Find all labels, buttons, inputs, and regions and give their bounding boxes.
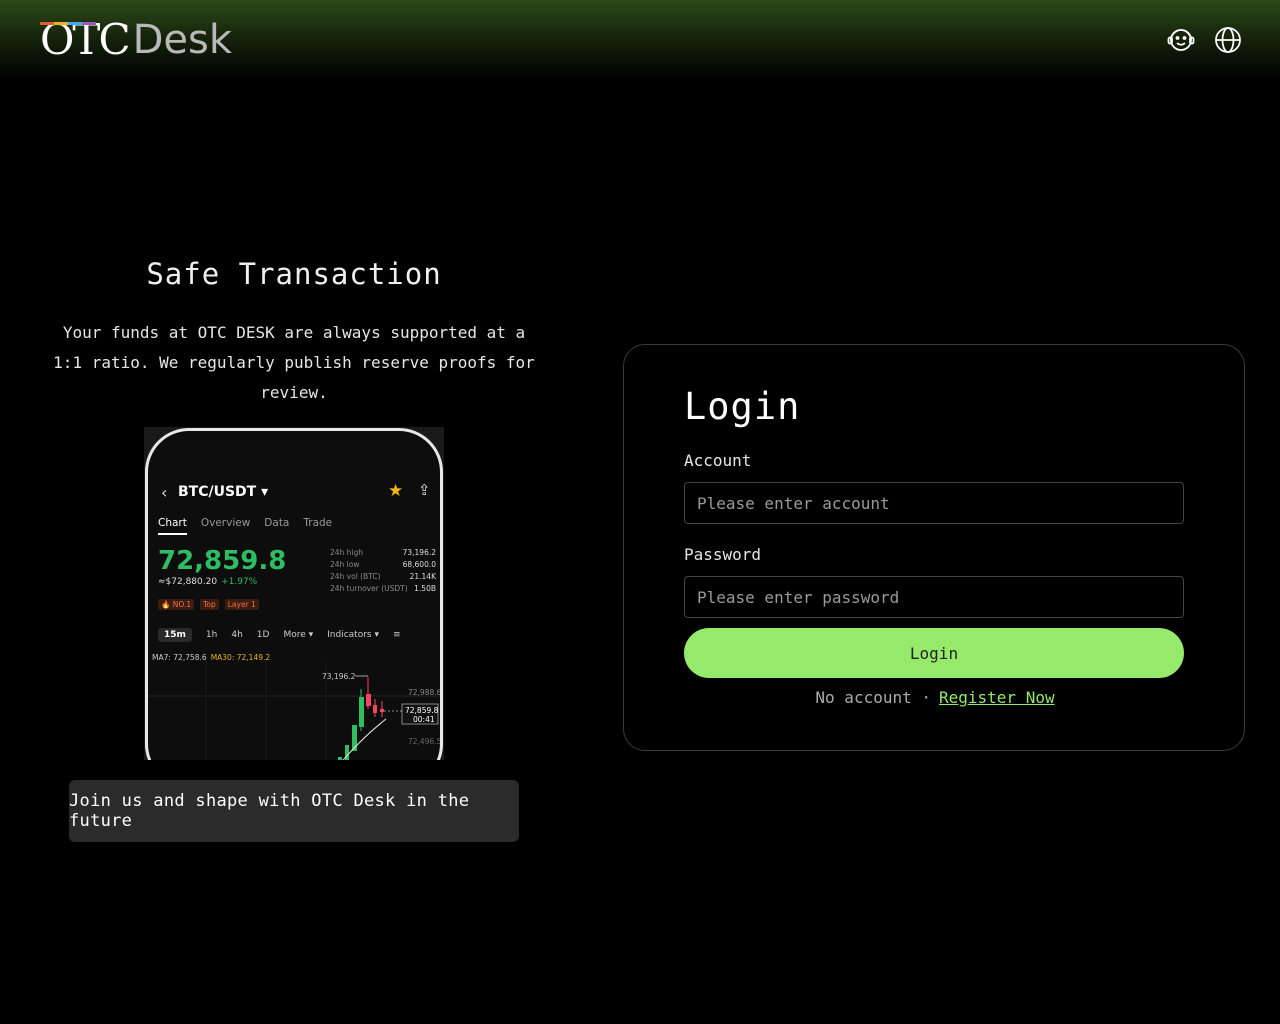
- phone-approx: ≈$72,880.20: [158, 577, 218, 587]
- chart-high-label: 73,196.2: [322, 672, 356, 681]
- promo-title: Safe Transaction: [146, 257, 442, 291]
- phone-mockup-image: ‹ BTC/USDT ▾ ★ ⇪ Chart Overview Data Tra…: [144, 427, 444, 760]
- axis-label: 72,496.5: [408, 737, 442, 746]
- top-header: OTC Desk: [0, 0, 1280, 80]
- phone-stats-labels: 24h high 24h low 24h vol (BTC) 24h turno…: [330, 547, 408, 595]
- no-account-text: No account ·: [815, 688, 931, 707]
- stat-value: 21.14K: [409, 572, 436, 581]
- timeframe: ≡: [392, 630, 401, 640]
- timeframe: Indicators ▾: [327, 630, 379, 640]
- join-us-banner[interactable]: Join us and shape with OTC Desk in the f…: [69, 780, 519, 842]
- logo-desk-text: Desk: [132, 17, 233, 63]
- phone-pair: BTC/USDT ▾: [178, 484, 269, 500]
- account-input[interactable]: [684, 482, 1184, 524]
- phone-tags: 🔥 NO.1 Top Layer 1: [158, 599, 259, 610]
- phone-tab: Trade: [303, 517, 333, 529]
- logo-otc-text: OTC: [40, 15, 131, 64]
- phone-change: +1.97%: [221, 577, 258, 587]
- back-arrow-icon: ‹: [161, 483, 168, 502]
- login-card: Login Account Password Login No account …: [623, 344, 1245, 751]
- phone-timeframes: 15m 1h 4h 1D More ▾ Indicators ▾ ≡: [158, 628, 401, 642]
- stat-value: 68,600.0: [402, 560, 436, 569]
- globe-icon[interactable]: [1212, 24, 1244, 56]
- promo-description: Your funds at OTC DESK are always suppor…: [53, 323, 535, 402]
- phone-frame: ‹ BTC/USDT ▾ ★ ⇪ Chart Overview Data Tra…: [145, 428, 443, 760]
- phone-tag: 🔥 NO.1: [158, 599, 195, 610]
- stat-value: 1.50B: [414, 584, 436, 593]
- phone-stats-values: 73,196.2 68,600.0 21.14K 1.50B: [398, 547, 436, 595]
- phone-tab: Chart: [158, 517, 187, 535]
- phone-tab: Overview: [200, 517, 251, 529]
- axis-label: 72,988.6: [408, 688, 442, 697]
- phone-tab: Data: [264, 517, 290, 529]
- phone-subprice: ≈$72,880.20 +1.97%: [158, 577, 257, 587]
- stat-label: 24h vol (BTC): [330, 572, 381, 581]
- current-price-box: 72,859.8: [405, 706, 439, 715]
- candles: [338, 677, 387, 760]
- stat-label: 24h high: [330, 548, 364, 557]
- login-button[interactable]: Login: [684, 628, 1184, 678]
- logo-stripes: [40, 22, 96, 25]
- phone-tag: Top: [200, 599, 219, 610]
- timeframe: 4h: [231, 630, 243, 640]
- register-now-link[interactable]: Register Now: [939, 688, 1055, 707]
- phone-tag: Layer 1: [224, 599, 259, 610]
- stat-value: 73,196.2: [402, 548, 436, 557]
- countdown: 00:41: [413, 715, 435, 724]
- phone-price: 72,859.8: [158, 546, 287, 576]
- timeframe: More ▾: [283, 630, 314, 640]
- star-icon: ★: [388, 481, 404, 501]
- stat-label: 24h turnover (USDT): [330, 584, 408, 593]
- phone-candle-chart: 73,196.2 72,988.6 72,496.5 72,859.8 00:4…: [148, 661, 442, 760]
- stat-label: 24h low: [330, 560, 360, 569]
- share-icon: ⇪: [418, 481, 431, 499]
- timeframe: 1h: [205, 630, 218, 640]
- password-input[interactable]: [684, 576, 1184, 618]
- support-headset-icon[interactable]: [1165, 24, 1197, 56]
- timeframe: 1D: [256, 630, 270, 640]
- login-title: Login: [684, 385, 801, 428]
- password-label: Password: [684, 545, 762, 564]
- timeframe: 15m: [158, 628, 192, 642]
- account-label: Account: [684, 451, 752, 470]
- phone-tabs: Chart Overview Data Trade: [158, 517, 332, 535]
- register-prompt: No account · Register Now: [624, 688, 1246, 707]
